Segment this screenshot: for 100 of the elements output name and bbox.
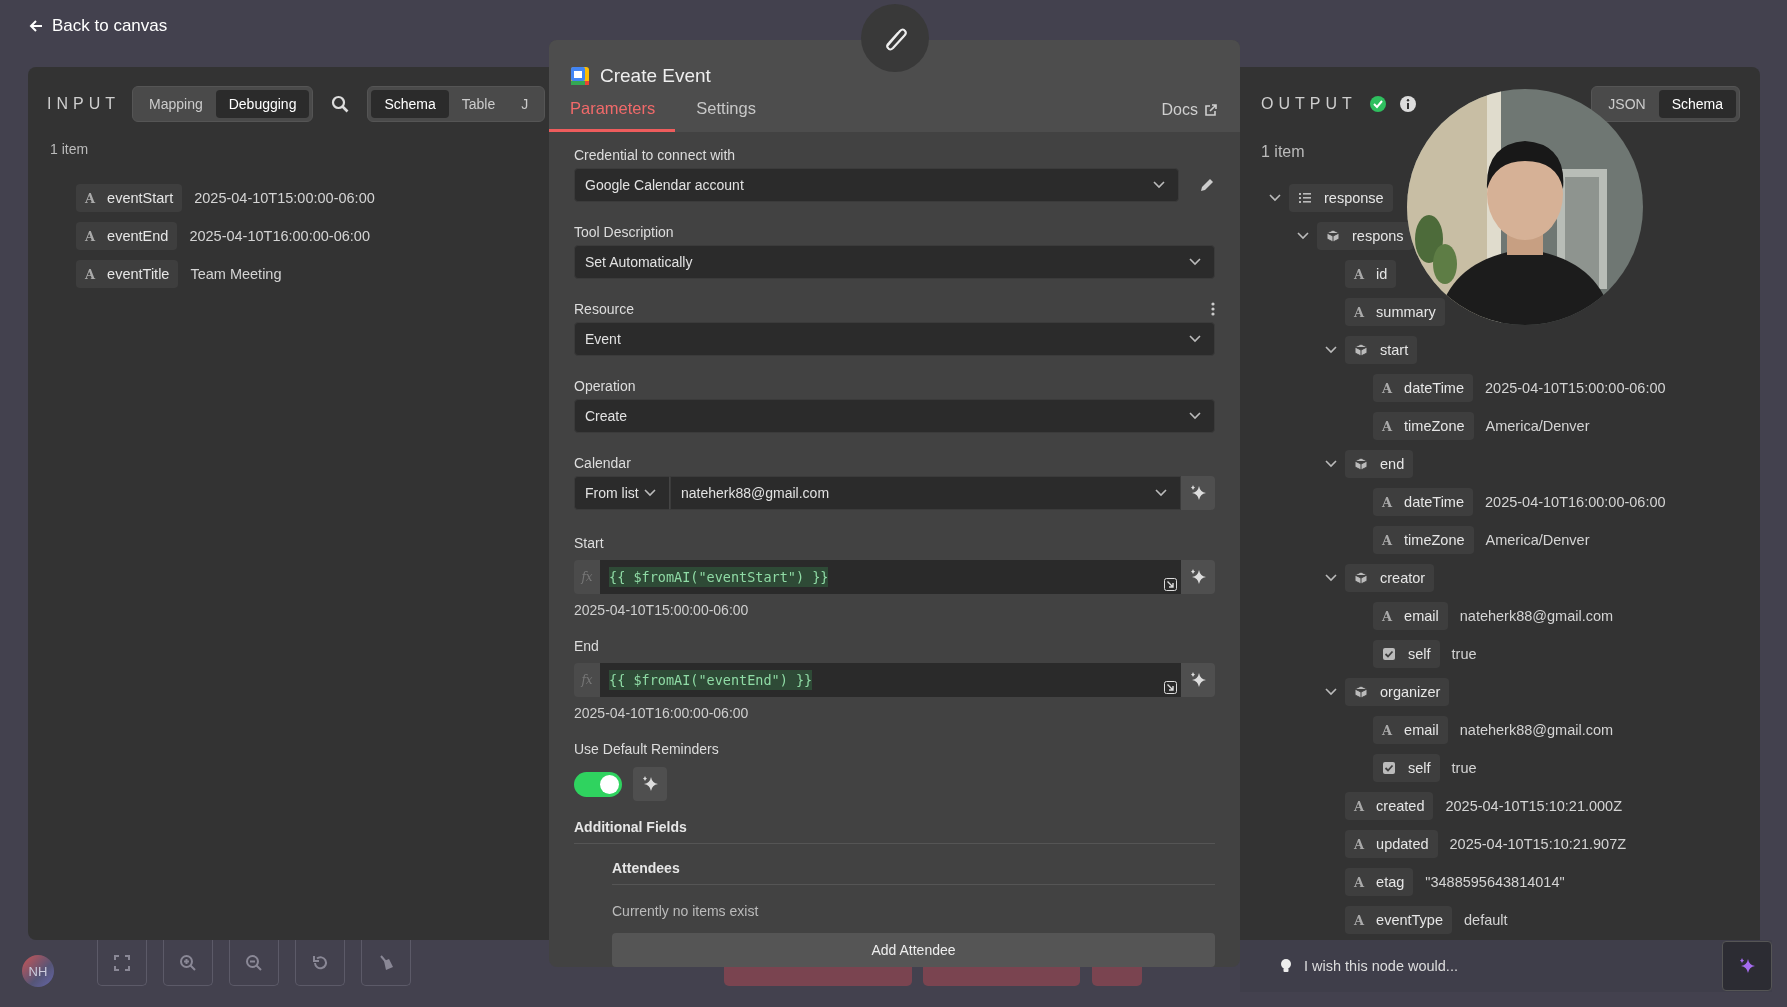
field-value: nateherk88@gmail.com bbox=[1459, 722, 1614, 738]
dialog-title: Create Event bbox=[600, 65, 711, 87]
cube-icon bbox=[1326, 229, 1340, 243]
string-type-icon: A bbox=[85, 228, 96, 244]
cube-icon bbox=[1354, 571, 1368, 585]
tab[interactable]: Settings bbox=[675, 99, 776, 132]
field-key: timeZone bbox=[1404, 418, 1465, 434]
field-label: Tool Description bbox=[574, 223, 674, 241]
string-type-icon: A bbox=[85, 266, 96, 282]
field-key: eventEnd bbox=[107, 228, 169, 244]
field-key: response bbox=[1324, 190, 1384, 206]
field-label: Operation bbox=[574, 377, 636, 395]
field-label: End bbox=[574, 637, 599, 655]
field-label: Resource bbox=[574, 300, 634, 318]
field-value: default bbox=[1464, 912, 1508, 928]
string-type-icon: A bbox=[1354, 304, 1365, 320]
arrow-left-icon bbox=[28, 18, 44, 34]
select-field[interactable]: Google Calendar account bbox=[574, 168, 1179, 202]
field-value: nateherk88@gmail.com bbox=[1459, 608, 1614, 624]
string-type-icon: A bbox=[1354, 266, 1365, 282]
toolbar-button[interactable] bbox=[361, 940, 411, 986]
expand-icon[interactable] bbox=[1164, 681, 1177, 694]
field-value: 2025-04-10T15:00:00-06:00 bbox=[194, 190, 375, 206]
expand-icon[interactable] bbox=[1164, 578, 1177, 591]
select-field[interactable]: Event bbox=[574, 322, 1215, 356]
calendar-icon bbox=[570, 66, 590, 86]
lightbulb-icon bbox=[1280, 958, 1292, 974]
tab[interactable]: JSON bbox=[1595, 90, 1659, 118]
string-type-icon: A bbox=[1354, 798, 1365, 814]
docs-link[interactable]: Docs bbox=[1161, 101, 1218, 119]
toolbar-button[interactable] bbox=[295, 940, 345, 986]
external-link-icon bbox=[1204, 103, 1218, 117]
user-avatar[interactable]: NH bbox=[22, 955, 54, 987]
kebab-menu-icon[interactable] bbox=[1211, 302, 1215, 316]
select-field[interactable]: Set Automatically bbox=[574, 245, 1215, 279]
string-type-icon: A bbox=[1382, 608, 1393, 624]
expression-field[interactable]: {{ $fromAI("eventStart") }} bbox=[600, 560, 1181, 594]
info-icon bbox=[1398, 95, 1417, 113]
ai-button[interactable] bbox=[1181, 560, 1215, 594]
subsection-title: Attendees bbox=[612, 844, 1215, 885]
tab[interactable]: Debugging bbox=[215, 90, 310, 118]
cube-icon bbox=[1354, 457, 1368, 471]
field-key: self bbox=[1408, 646, 1431, 662]
ai-button[interactable] bbox=[1181, 663, 1215, 697]
toggle-switch[interactable] bbox=[574, 771, 622, 797]
expression-result: 2025-04-10T15:00:00-06:00 bbox=[574, 602, 750, 618]
cube-icon bbox=[1354, 685, 1368, 699]
checkbox-icon bbox=[1382, 761, 1396, 775]
fullscreen-icon bbox=[113, 953, 131, 972]
field-value: America/Denver bbox=[1485, 532, 1590, 548]
expression-field[interactable]: {{ $fromAI("eventEnd") }} bbox=[600, 663, 1181, 697]
field-key: eventTitle bbox=[107, 266, 170, 282]
search-icon[interactable] bbox=[331, 95, 350, 113]
field-value: 2025-04-10T16:00:00-06:00 bbox=[1485, 494, 1666, 510]
field-key: eventStart bbox=[107, 190, 174, 206]
field-key: end bbox=[1380, 456, 1405, 472]
broom-icon bbox=[377, 953, 395, 972]
add-button[interactable]: Add Attendee bbox=[612, 933, 1215, 967]
select-field[interactable]: nateherk88@gmail.com bbox=[670, 476, 1181, 510]
toolbar-button[interactable] bbox=[163, 940, 213, 986]
field-key: self bbox=[1408, 760, 1431, 776]
tab[interactable]: Table bbox=[448, 90, 509, 118]
tab[interactable]: J bbox=[508, 90, 542, 118]
field-key: organizer bbox=[1380, 684, 1441, 700]
field-key: updated bbox=[1376, 836, 1429, 852]
ai-assistant-button[interactable] bbox=[1722, 941, 1772, 991]
string-type-icon: A bbox=[1354, 836, 1365, 852]
string-type-icon: A bbox=[85, 190, 96, 206]
field-key: etag bbox=[1376, 874, 1405, 890]
undo-icon bbox=[311, 953, 329, 972]
tab[interactable]: Mapping bbox=[136, 90, 216, 118]
ai-button[interactable] bbox=[1181, 476, 1215, 510]
field-key: creator bbox=[1380, 570, 1426, 586]
field-label: Calendar bbox=[574, 454, 631, 472]
tab[interactable]: Schema bbox=[1658, 90, 1736, 118]
field-value: 2025-04-10T16:00:00-06:00 bbox=[189, 228, 370, 244]
select-field[interactable]: Create bbox=[574, 399, 1215, 433]
section-title: Additional Fields bbox=[574, 819, 1215, 844]
tab[interactable]: Schema bbox=[371, 90, 449, 118]
field-key: eventType bbox=[1376, 912, 1443, 928]
feedback-field[interactable]: I wish this node would... bbox=[1280, 958, 1458, 974]
toolbar-button[interactable] bbox=[97, 940, 147, 986]
toolbar-button[interactable] bbox=[229, 940, 279, 986]
field-key: dateTime bbox=[1404, 494, 1464, 510]
field-key: id bbox=[1376, 266, 1388, 282]
field-label: Use Default Reminders bbox=[574, 740, 719, 758]
panel-title: OUTPUT bbox=[1261, 95, 1357, 113]
list-icon bbox=[1298, 191, 1312, 205]
select-field[interactable]: From list bbox=[574, 476, 670, 510]
field-label: Start bbox=[574, 534, 604, 552]
field-value: true bbox=[1451, 760, 1477, 776]
zoom-in-icon bbox=[179, 953, 197, 972]
field-key: timeZone bbox=[1404, 532, 1465, 548]
pencil-icon[interactable] bbox=[1199, 177, 1215, 193]
back-link[interactable]: Back to canvas bbox=[28, 16, 168, 36]
ai-button[interactable] bbox=[633, 767, 667, 801]
item-count: 1 item bbox=[50, 141, 90, 157]
field-key: summary bbox=[1376, 304, 1436, 320]
string-type-icon: A bbox=[1382, 380, 1393, 396]
item-count: 1 item bbox=[1261, 143, 1306, 161]
